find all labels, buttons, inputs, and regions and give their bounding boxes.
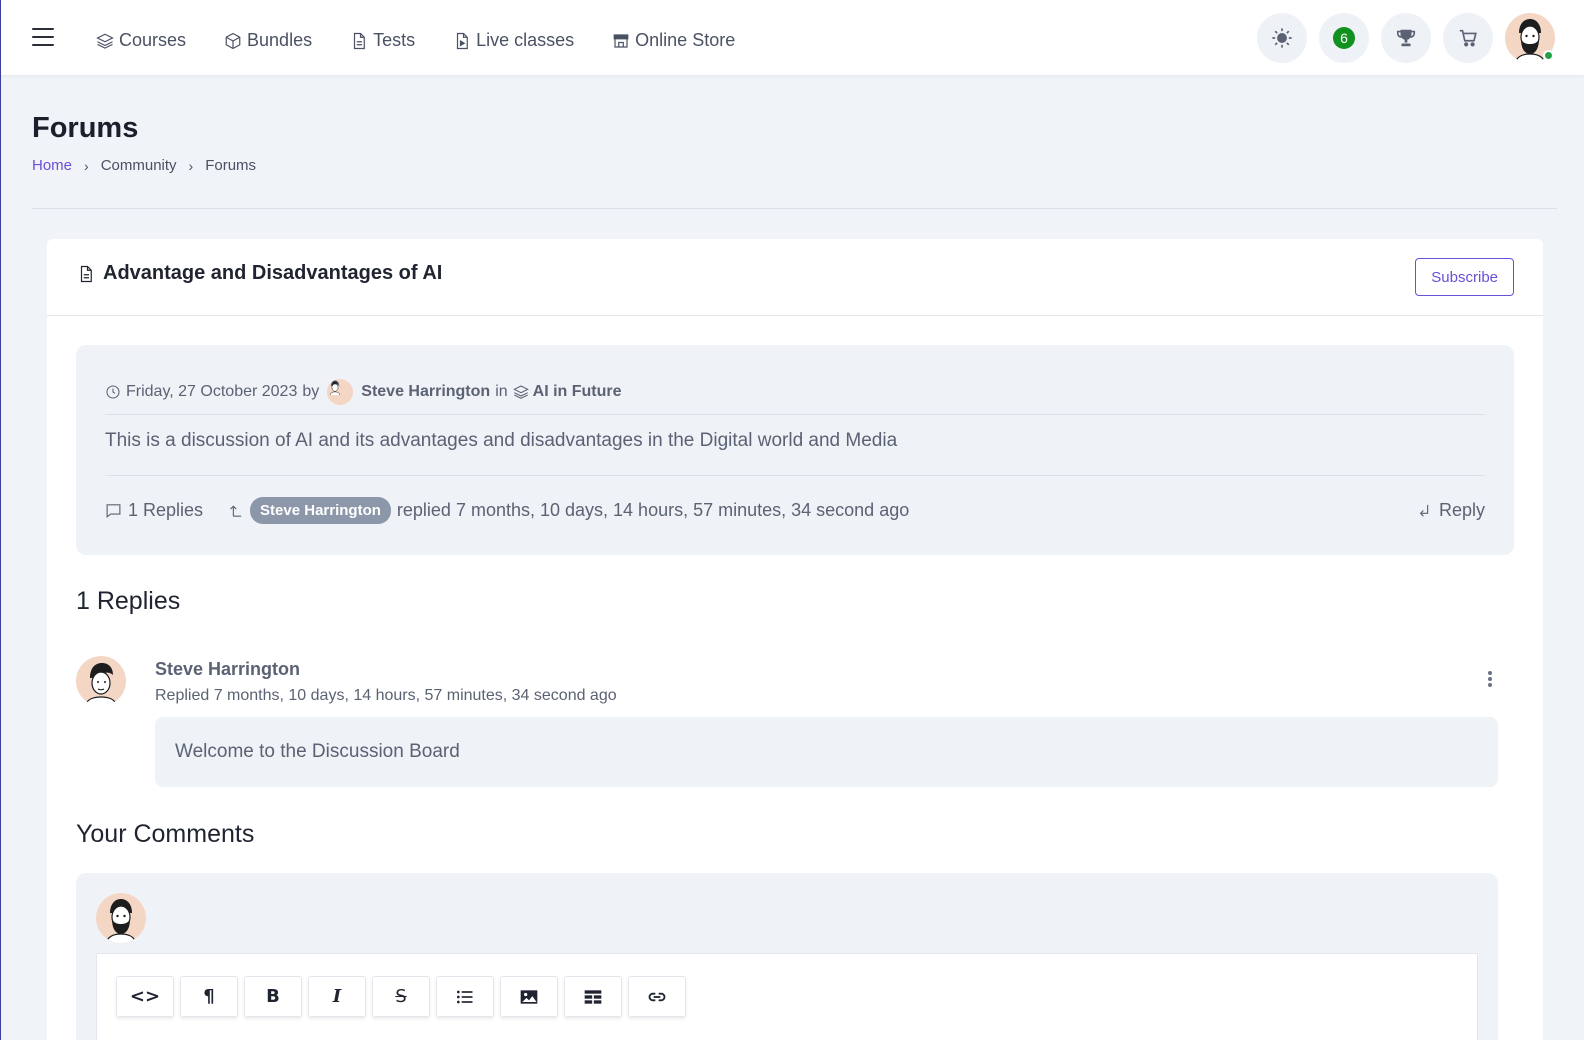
topic-title-text: Advantage and Disadvantages of AI (103, 262, 443, 284)
breadcrumb-forums: Forums (205, 157, 257, 174)
corner-down-left-icon (1419, 504, 1429, 517)
nav-courses-label: Courses (119, 30, 187, 50)
last-reply-text: replied 7 months, 10 days, 14 hours, 57 … (396, 500, 910, 520)
topic-body: This is a discussion of AI and its advan… (105, 430, 898, 451)
header-actions: 6 (1257, 13, 1555, 63)
comment-icon (106, 504, 121, 519)
box-icon (225, 32, 241, 49)
link-icon (648, 992, 666, 1001)
meta-divider (105, 414, 1485, 415)
topic-title: Advantage and Disadvantages of AI (77, 262, 442, 285)
document-icon (80, 265, 92, 282)
image-icon (520, 989, 538, 1004)
nav-online-store-label: Online Store (635, 30, 736, 50)
topic-date: Friday, 27 October 2023 (126, 383, 298, 400)
link-button[interactable] (628, 976, 686, 1017)
breadcrumb: Home › Community › Forums (32, 157, 256, 174)
subscribe-button[interactable]: Subscribe (1415, 258, 1514, 296)
strikethrough-button[interactable]: S (372, 976, 430, 1017)
nav-bundles-label: Bundles (247, 30, 313, 50)
comment-editor[interactable]: <> ¶ B I S (96, 953, 1478, 1040)
nav-tests-label: Tests (373, 30, 416, 50)
reply-time: Replied 7 months, 10 days, 14 hours, 57 … (155, 687, 617, 704)
by-label: by (302, 383, 320, 400)
topic-category-label: AI in Future (532, 383, 622, 400)
achievements-button[interactable] (1381, 13, 1431, 63)
italic-button[interactable]: I (308, 976, 366, 1017)
list-icon (457, 990, 473, 1003)
table-button[interactable] (564, 976, 622, 1017)
comments-heading: Your Comments (76, 820, 255, 848)
reply-avatar (76, 656, 126, 706)
list-button[interactable] (436, 976, 494, 1017)
author-avatar (327, 379, 354, 405)
nav-live-classes[interactable]: Live classes (453, 30, 574, 51)
topic-card: Advantage and Disadvantages of AI Subscr… (47, 239, 1543, 1040)
corner-up-left-icon (227, 502, 244, 519)
document-icon (457, 32, 468, 49)
layers-icon (512, 385, 529, 399)
reply-author[interactable]: Steve Harrington (155, 659, 300, 680)
topic-meta: Friday, 27 October 2023 by Steve Harring… (105, 379, 622, 405)
image-button[interactable] (500, 976, 558, 1017)
notification-badge: 6 (1333, 27, 1355, 49)
chevron-right-icon: › (84, 157, 89, 174)
trophy-icon (1396, 29, 1416, 47)
reply-button-label: Reply (1438, 500, 1485, 520)
reply-count: 1 Replies (105, 500, 203, 521)
comment-composer: <> ¶ B I S (76, 873, 1498, 1040)
in-label: in (495, 383, 508, 400)
clock-icon (106, 385, 120, 399)
breadcrumb-home[interactable]: Home (32, 157, 72, 174)
bold-button[interactable]: B (244, 976, 302, 1017)
document-icon (353, 32, 365, 49)
reply-button[interactable]: Reply (1417, 500, 1485, 521)
reply-count-label: 1 Replies (128, 500, 204, 520)
store-icon (613, 33, 629, 48)
notifications-button[interactable]: 6 (1319, 13, 1369, 63)
editor-toolbar: <> ¶ B I S (116, 976, 686, 1017)
table-icon (584, 989, 602, 1004)
page-title: Forums (32, 112, 139, 144)
online-status-dot (1543, 50, 1554, 61)
topic-card-header: Advantage and Disadvantages of AI Subscr… (47, 239, 1543, 316)
cart-icon (1459, 29, 1477, 47)
topic-stats: 1 Replies Steve Harrington replied 7 mon… (105, 497, 1485, 524)
theme-toggle-button[interactable] (1257, 13, 1307, 63)
nav-online-store[interactable]: Online Store (612, 30, 735, 51)
nav-live-classes-label: Live classes (476, 30, 575, 50)
nav-courses[interactable]: Courses (96, 30, 186, 51)
replies-heading: 1 Replies (76, 587, 181, 615)
nav-tests[interactable]: Tests (350, 30, 415, 51)
layers-icon (96, 33, 114, 49)
breadcrumb-community[interactable]: Community (101, 157, 177, 174)
current-user-avatar (96, 893, 146, 943)
cart-button[interactable] (1443, 13, 1493, 63)
body-divider (105, 475, 1485, 476)
user-menu[interactable] (1505, 13, 1555, 63)
topic-category-link[interactable]: AI in Future (512, 383, 622, 401)
last-replier-badge[interactable]: Steve Harrington (250, 497, 391, 524)
menu-icon[interactable] (32, 28, 54, 46)
chevron-right-icon: › (188, 157, 194, 174)
paragraph-button[interactable]: ¶ (180, 976, 238, 1017)
top-navbar: Courses Bundles Tests Live classes Onlin… (1, 0, 1584, 75)
header-divider (32, 208, 1557, 209)
nav-bundles[interactable]: Bundles (224, 30, 312, 51)
main-nav: Courses Bundles Tests Live classes Onlin… (96, 30, 773, 51)
topic-post: Friday, 27 October 2023 by Steve Harring… (76, 345, 1514, 555)
more-options-icon[interactable] (1485, 669, 1495, 689)
code-button[interactable]: <> (116, 976, 174, 1017)
topic-author-link[interactable]: Steve Harrington (361, 383, 490, 401)
sun-icon (1272, 28, 1292, 48)
reply-body: Welcome to the Discussion Board (155, 717, 1498, 787)
